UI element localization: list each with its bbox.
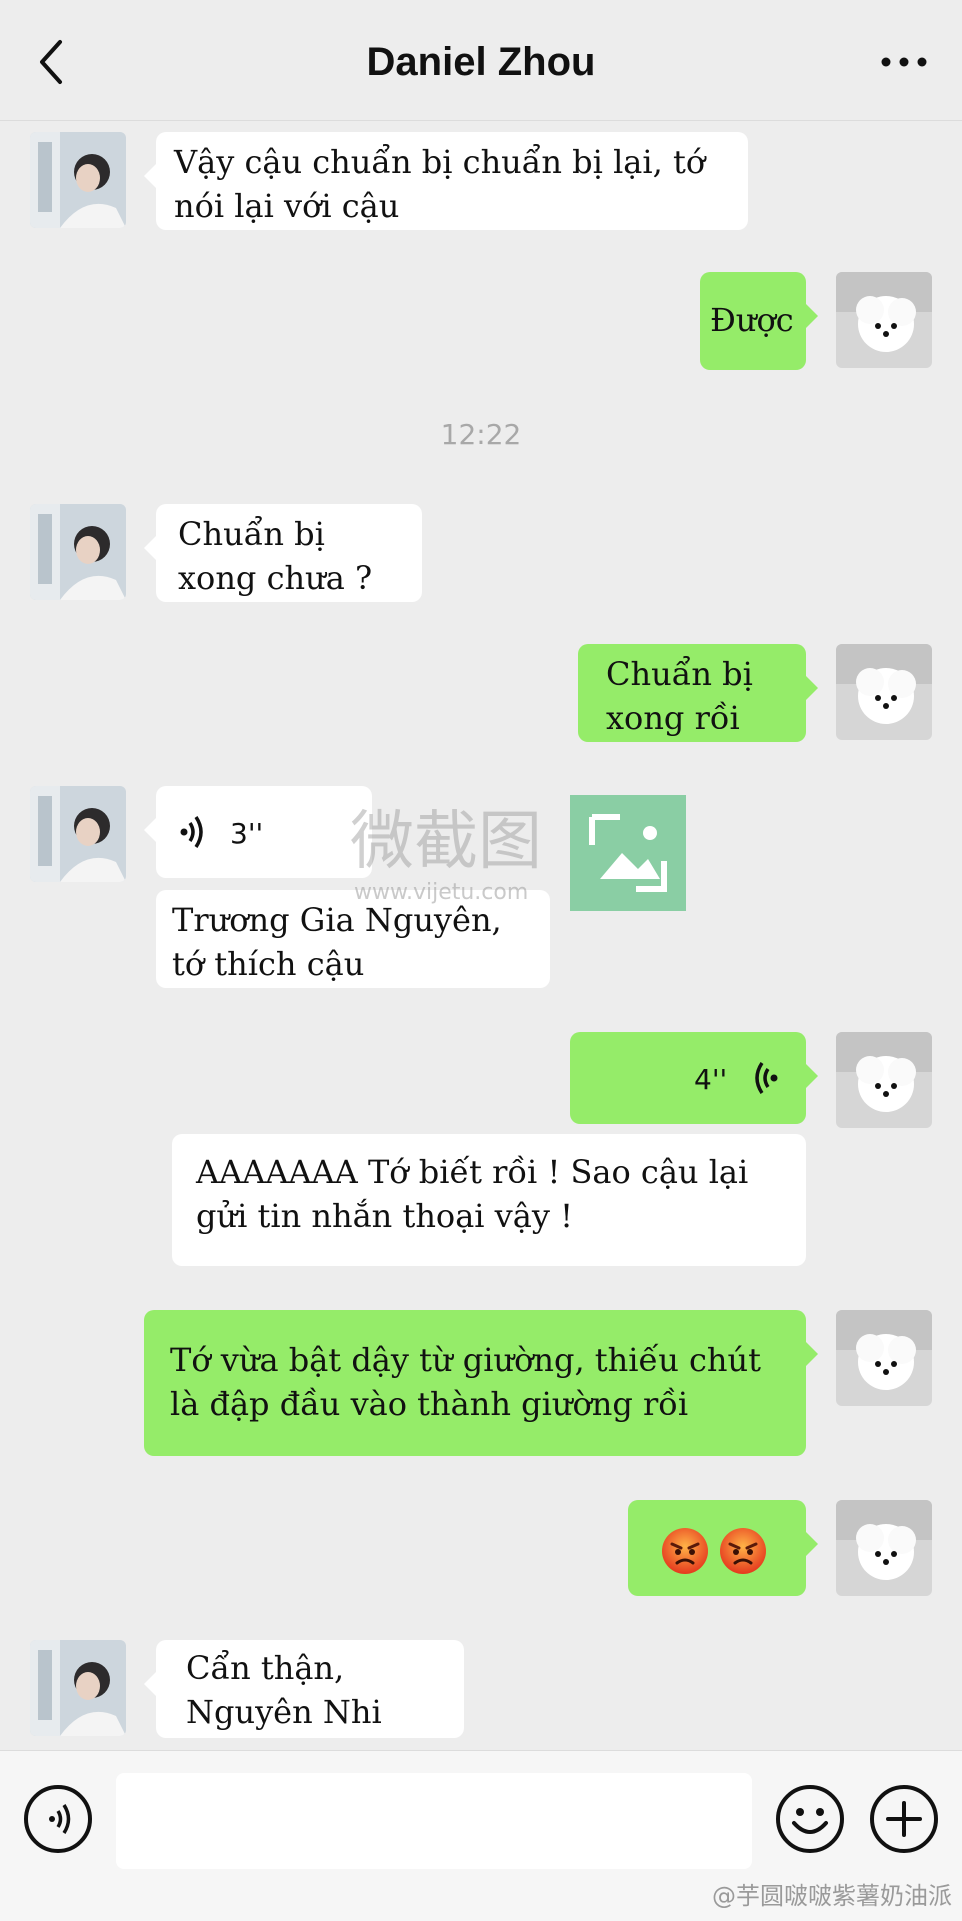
chat-header: Daniel Zhou [0,0,962,121]
chat-title: Daniel Zhou [366,40,596,84]
message-text: Trương Gia Nguyên, tớ thích cậu [172,901,502,983]
contact-avatar[interactable] [30,132,126,228]
message-text: Cẩn thận, Nguyên Nhi [186,1649,382,1731]
self-avatar[interactable] [836,1032,932,1128]
message-text: Chuẩn bị xong chưa ? [178,515,373,597]
angry-face-icon [720,1528,766,1574]
watermark-logo-icon [570,795,686,911]
message-text: Được [710,301,794,339]
more-options-icon[interactable] [876,44,932,80]
voice-input-icon[interactable] [22,1783,94,1855]
footer-credit: @芋圆啵啵紫薯奶油派 [712,1882,952,1910]
message-bubble-incoming[interactable]: AAAAAAA Tớ biết rồi ! Sao cậu lại gửi ti… [172,1134,806,1266]
message-bubble-incoming[interactable]: Chuẩn bị xong chưa ? [144,504,422,602]
contact-avatar[interactable] [30,504,126,600]
message-text: AAAAAAA Tớ biết rồi ! Sao cậu lại gửi ti… [196,1153,749,1235]
message-text: Chuẩn bị xong rồi [606,655,753,737]
contact-avatar[interactable] [30,786,126,882]
voice-message-outgoing[interactable]: 4'' [570,1032,818,1124]
message-bubble-outgoing[interactable]: Được [700,272,818,370]
watermark-url: www.vijetu.com [354,880,529,905]
self-avatar[interactable] [836,272,932,368]
message-text: Vậy cậu chuẩn bị chuẩn bị lại, tớ nói lạ… [174,143,706,225]
self-avatar[interactable] [836,644,932,740]
chat-input-bar: @芋圆啵啵紫薯奶油派 [0,1750,962,1921]
contact-avatar[interactable] [30,1640,126,1736]
voice-duration: 3'' [230,817,264,850]
plus-icon[interactable] [868,1783,940,1855]
message-bubble-incoming[interactable]: Cẩn thận, Nguyên Nhi [144,1640,464,1738]
message-bubble-outgoing[interactable]: Chuẩn bị xong rồi [578,644,818,742]
message-bubble-outgoing[interactable]: Tớ vừa bật dậy từ giường, thiếu chút là … [144,1310,818,1456]
watermark: 微截图 www.vijetu.com [350,790,690,911]
message-input[interactable] [116,1773,752,1869]
emoji-message-outgoing[interactable] [628,1500,818,1596]
self-avatar[interactable] [836,1500,932,1596]
message-text: Tớ vừa bật dậy từ giường, thiếu chút là … [170,1341,761,1423]
voice-duration: 4'' [694,1063,728,1096]
message-bubble-incoming[interactable]: Vậy cậu chuẩn bị chuẩn bị lại, tớ nói lạ… [144,132,748,230]
angry-face-icon [662,1528,708,1574]
emoji-icon[interactable] [774,1783,846,1855]
voice-wave-icon [180,816,203,848]
voice-wave-icon [755,1062,778,1094]
chat-timestamp: 12:22 [440,418,522,451]
self-avatar[interactable] [836,1310,932,1406]
watermark-text: 微截图 [350,805,542,879]
voice-message-incoming[interactable]: 3'' [144,786,372,878]
